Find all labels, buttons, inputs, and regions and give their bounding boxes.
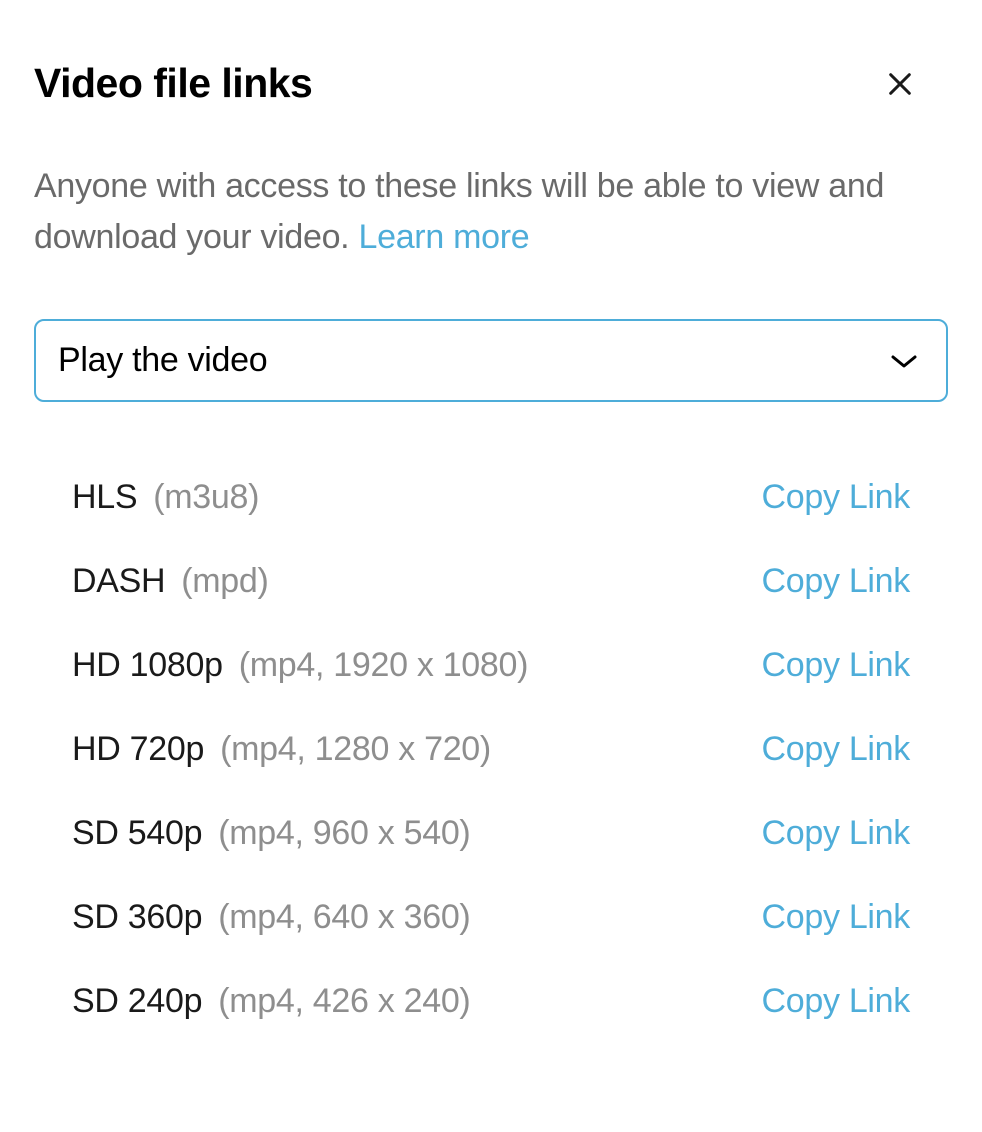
- copy-link-button[interactable]: Copy Link: [762, 982, 911, 1021]
- dialog-header: Video file links: [34, 60, 948, 107]
- copy-link-button[interactable]: Copy Link: [762, 562, 911, 601]
- copy-link-button[interactable]: Copy Link: [762, 898, 911, 937]
- link-format: (mp4, 1920 x 1080): [239, 646, 528, 685]
- list-item: SD 540p (mp4, 960 x 540) Copy Link: [72, 814, 910, 853]
- link-format: (m3u8): [153, 478, 259, 517]
- copy-link-button[interactable]: Copy Link: [762, 646, 911, 685]
- list-item: HD 1080p (mp4, 1920 x 1080) Copy Link: [72, 646, 910, 685]
- playback-dropdown[interactable]: Play the video: [34, 319, 948, 402]
- learn-more-link[interactable]: Learn more: [358, 218, 529, 256]
- link-format: (mpd): [181, 562, 268, 601]
- list-item: SD 240p (mp4, 426 x 240) Copy Link: [72, 982, 910, 1021]
- dialog-title: Video file links: [34, 60, 312, 107]
- link-label-group: HLS (m3u8): [72, 478, 259, 517]
- copy-link-button[interactable]: Copy Link: [762, 478, 911, 517]
- link-format: (mp4, 960 x 540): [218, 814, 470, 853]
- link-label-group: DASH (mpd): [72, 562, 269, 601]
- link-label-group: SD 240p (mp4, 426 x 240): [72, 982, 470, 1021]
- link-label-group: HD 1080p (mp4, 1920 x 1080): [72, 646, 528, 685]
- link-label-group: SD 360p (mp4, 640 x 360): [72, 898, 470, 937]
- link-name: HD 720p: [72, 730, 204, 769]
- dialog-description: Anyone with access to these links will b…: [34, 161, 948, 263]
- link-name: SD 540p: [72, 814, 202, 853]
- list-item: SD 360p (mp4, 640 x 360) Copy Link: [72, 898, 910, 937]
- list-item: HD 720p (mp4, 1280 x 720) Copy Link: [72, 730, 910, 769]
- video-links-list: HLS (m3u8) Copy Link DASH (mpd) Copy Lin…: [34, 478, 948, 1021]
- link-name: SD 360p: [72, 898, 202, 937]
- link-format: (mp4, 1280 x 720): [220, 730, 491, 769]
- link-name: HLS: [72, 478, 137, 517]
- close-icon[interactable]: [882, 66, 918, 102]
- chevron-down-icon: [890, 353, 918, 369]
- link-format: (mp4, 426 x 240): [218, 982, 470, 1021]
- link-format: (mp4, 640 x 360): [218, 898, 470, 937]
- list-item: DASH (mpd) Copy Link: [72, 562, 910, 601]
- list-item: HLS (m3u8) Copy Link: [72, 478, 910, 517]
- copy-link-button[interactable]: Copy Link: [762, 814, 911, 853]
- link-label-group: SD 540p (mp4, 960 x 540): [72, 814, 470, 853]
- link-name: SD 240p: [72, 982, 202, 1021]
- copy-link-button[interactable]: Copy Link: [762, 730, 911, 769]
- dropdown-selected-label: Play the video: [58, 341, 267, 380]
- link-name: HD 1080p: [72, 646, 223, 685]
- link-name: DASH: [72, 562, 165, 601]
- link-label-group: HD 720p (mp4, 1280 x 720): [72, 730, 491, 769]
